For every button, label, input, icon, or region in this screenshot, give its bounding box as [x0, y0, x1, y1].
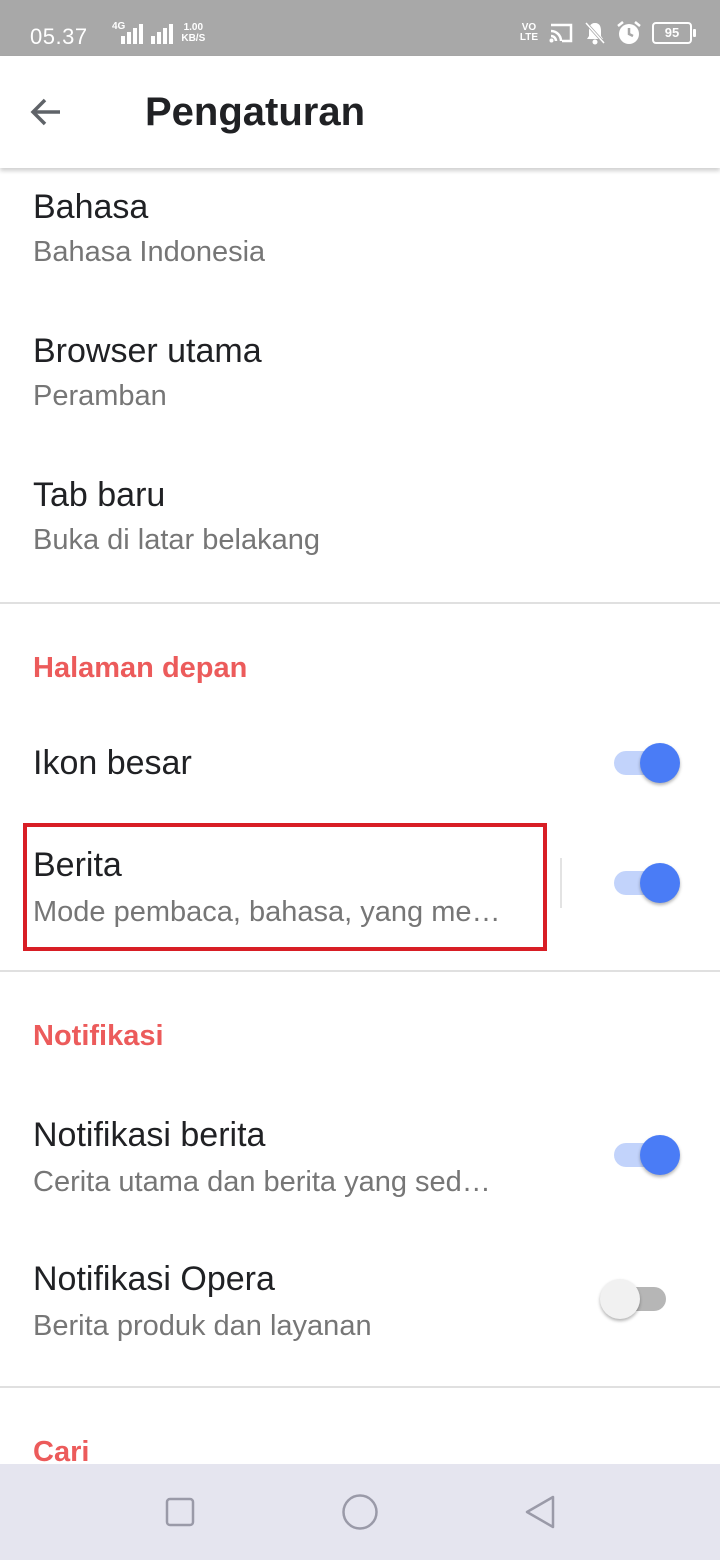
signal-bars-icon	[121, 22, 144, 44]
volte-line2: LTE	[519, 32, 538, 43]
volte-icon: VO LTE	[520, 23, 538, 43]
bell-off-icon	[584, 21, 606, 45]
setting-notifikasi-opera[interactable]: Notifikasi Opera Berita produk dan layan…	[0, 1238, 720, 1368]
toggle-thumb	[640, 1135, 680, 1175]
setting-title: Notifikasi berita	[33, 1116, 266, 1154]
status-time: 05.37	[30, 24, 88, 49]
highlight-box	[23, 823, 547, 951]
alarm-icon	[617, 21, 641, 44]
cast-icon	[549, 23, 573, 43]
section-header-notifikasi: Notifikasi	[33, 1020, 164, 1052]
setting-subtitle: Buka di latar belakang	[33, 524, 320, 556]
toggle-thumb	[640, 863, 680, 903]
setting-subtitle: Peramban	[33, 380, 167, 412]
setting-tab-baru[interactable]: Tab baru Buka di latar belakang	[0, 456, 720, 584]
setting-subtitle: Bahasa Indonesia	[33, 236, 266, 268]
status-left-icons: 4G 1.00 KB/S	[112, 22, 205, 44]
section-divider	[0, 602, 720, 604]
signal-bars-2-icon	[151, 22, 174, 44]
notifikasi-opera-toggle[interactable]	[600, 1279, 670, 1319]
notifikasi-berita-toggle[interactable]	[612, 1135, 682, 1175]
vertical-divider	[560, 858, 562, 908]
battery-indicator: 95	[652, 22, 696, 44]
ikon-besar-toggle[interactable]	[612, 743, 682, 783]
page-title: Pengaturan	[145, 90, 366, 134]
setting-title: Notifikasi Opera	[33, 1260, 275, 1298]
setting-ikon-besar[interactable]: Ikon besar	[0, 718, 720, 810]
setting-browser-utama[interactable]: Browser utama Peramban	[0, 312, 720, 440]
circle-icon	[342, 1494, 378, 1530]
recents-button[interactable]	[156, 1488, 204, 1536]
setting-subtitle: Cerita utama dan berita yang sed…	[33, 1166, 491, 1198]
toggle-thumb	[640, 743, 680, 783]
section-header-cari: Cari	[33, 1436, 90, 1464]
berita-toggle[interactable]	[612, 863, 682, 903]
setting-bahasa[interactable]: Bahasa Bahasa Indonesia	[0, 168, 720, 296]
status-bar: 05.37 4G 1.00 KB/S VO LTE 95	[0, 0, 720, 56]
setting-title: Ikon besar	[33, 744, 192, 782]
network-speed: 1.00 KB/S	[181, 22, 205, 44]
section-divider	[0, 970, 720, 972]
system-nav-bar	[0, 1464, 720, 1560]
section-divider	[0, 1386, 720, 1388]
settings-list[interactable]: Bahasa Bahasa Indonesia Browser utama Pe…	[0, 168, 720, 1464]
toggle-thumb	[600, 1279, 640, 1319]
setting-title: Browser utama	[33, 332, 262, 370]
setting-notifikasi-berita[interactable]: Notifikasi berita Cerita utama dan berit…	[0, 1094, 720, 1224]
setting-title: Bahasa	[33, 188, 149, 226]
setting-subtitle: Berita produk dan layanan	[33, 1310, 372, 1342]
section-header-halaman-depan: Halaman depan	[33, 652, 248, 684]
nav-back-button[interactable]	[516, 1488, 564, 1536]
square-icon	[165, 1497, 195, 1527]
toolbar: Pengaturan	[0, 56, 720, 168]
back-button[interactable]	[18, 84, 74, 140]
signal-1-group: 4G	[112, 22, 144, 44]
status-right-icons: VO LTE 95	[520, 20, 696, 46]
home-button[interactable]	[336, 1488, 384, 1536]
setting-title: Tab baru	[33, 476, 166, 514]
speed-value: 1.00	[183, 22, 204, 33]
arrow-left-icon	[30, 98, 60, 126]
speed-unit: KB/S	[181, 33, 206, 44]
triangle-back-icon	[525, 1495, 555, 1529]
